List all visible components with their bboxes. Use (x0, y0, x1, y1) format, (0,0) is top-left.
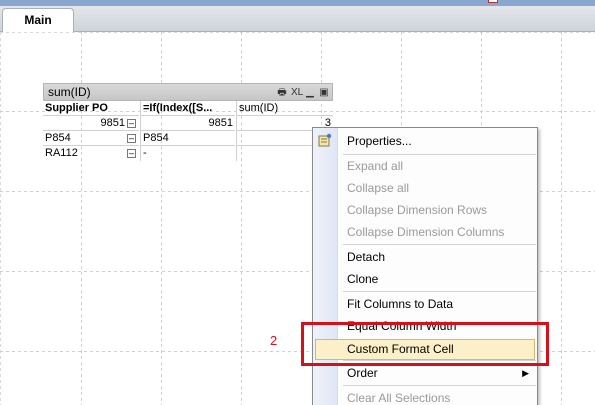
menu-separator (343, 385, 536, 386)
menu-item-clear-all-selections[interactable]: Clear All Selections (347, 389, 450, 405)
submenu-arrow-icon: ▶ (522, 368, 529, 378)
top-marker (488, 0, 498, 3)
menu-item-detach[interactable]: Detach (347, 248, 385, 266)
pivot-table-grid: Supplier PO =If(Index([S... sum(ID) 9851… (43, 101, 333, 161)
menu-item-clone[interactable]: Clone (347, 270, 378, 288)
table-cell[interactable]: 9851 (43, 116, 139, 131)
menu-item-order[interactable]: Order (347, 364, 378, 382)
object-title: sum(ID) (48, 85, 91, 99)
table-cell[interactable]: 9851 (140, 116, 235, 131)
menu-separator (343, 244, 536, 245)
menu-item-collapse-all[interactable]: Collapse all (347, 179, 409, 197)
menu-item-collapse-dimension-rows[interactable]: Collapse Dimension Rows (347, 201, 487, 219)
tab-main[interactable]: Main (2, 8, 74, 33)
annotation-highlight-box (301, 322, 549, 366)
annotation-step-number: 2 (270, 333, 278, 348)
collapse-icon[interactable]: – (127, 119, 136, 128)
minimize-icon[interactable]: ▁ (305, 85, 315, 101)
column-header-supplier-po[interactable]: Supplier PO (43, 101, 139, 116)
column-header-sum-id[interactable]: sum(ID) (236, 101, 333, 116)
table-cell[interactable]: - (140, 146, 235, 161)
menu-item-collapse-dimension-columns[interactable]: Collapse Dimension Columns (347, 223, 504, 241)
column-header-expression[interactable]: =If(Index([S... (140, 101, 235, 116)
collapse-icon[interactable]: – (127, 149, 136, 158)
sheet-tab-bar: Main (0, 6, 595, 33)
maximize-icon[interactable]: ▣ (319, 85, 329, 101)
menu-separator (343, 291, 536, 292)
menu-item-fit-columns-to-data[interactable]: Fit Columns to Data (347, 295, 453, 313)
properties-icon (318, 133, 332, 147)
collapse-icon[interactable]: – (127, 134, 136, 143)
menu-separator (343, 154, 536, 155)
menu-item-properties[interactable]: Properties... (347, 132, 412, 150)
table-cell[interactable]: RA112 (43, 146, 139, 161)
print-icon[interactable]: 🖶 (277, 85, 287, 101)
grid-line (561, 32, 562, 405)
table-cell[interactable]: P854 (43, 131, 139, 146)
pivot-table-object[interactable]: sum(ID) 🖶 XL ▁ ▣ Supplier PO =If(Index([… (43, 83, 333, 161)
xl-icon[interactable]: XL (291, 85, 303, 101)
menu-item-expand-all[interactable]: Expand all (347, 157, 403, 175)
table-cell[interactable]: P854 (140, 131, 235, 146)
object-caption[interactable]: sum(ID) 🖶 XL ▁ ▣ (43, 83, 333, 101)
